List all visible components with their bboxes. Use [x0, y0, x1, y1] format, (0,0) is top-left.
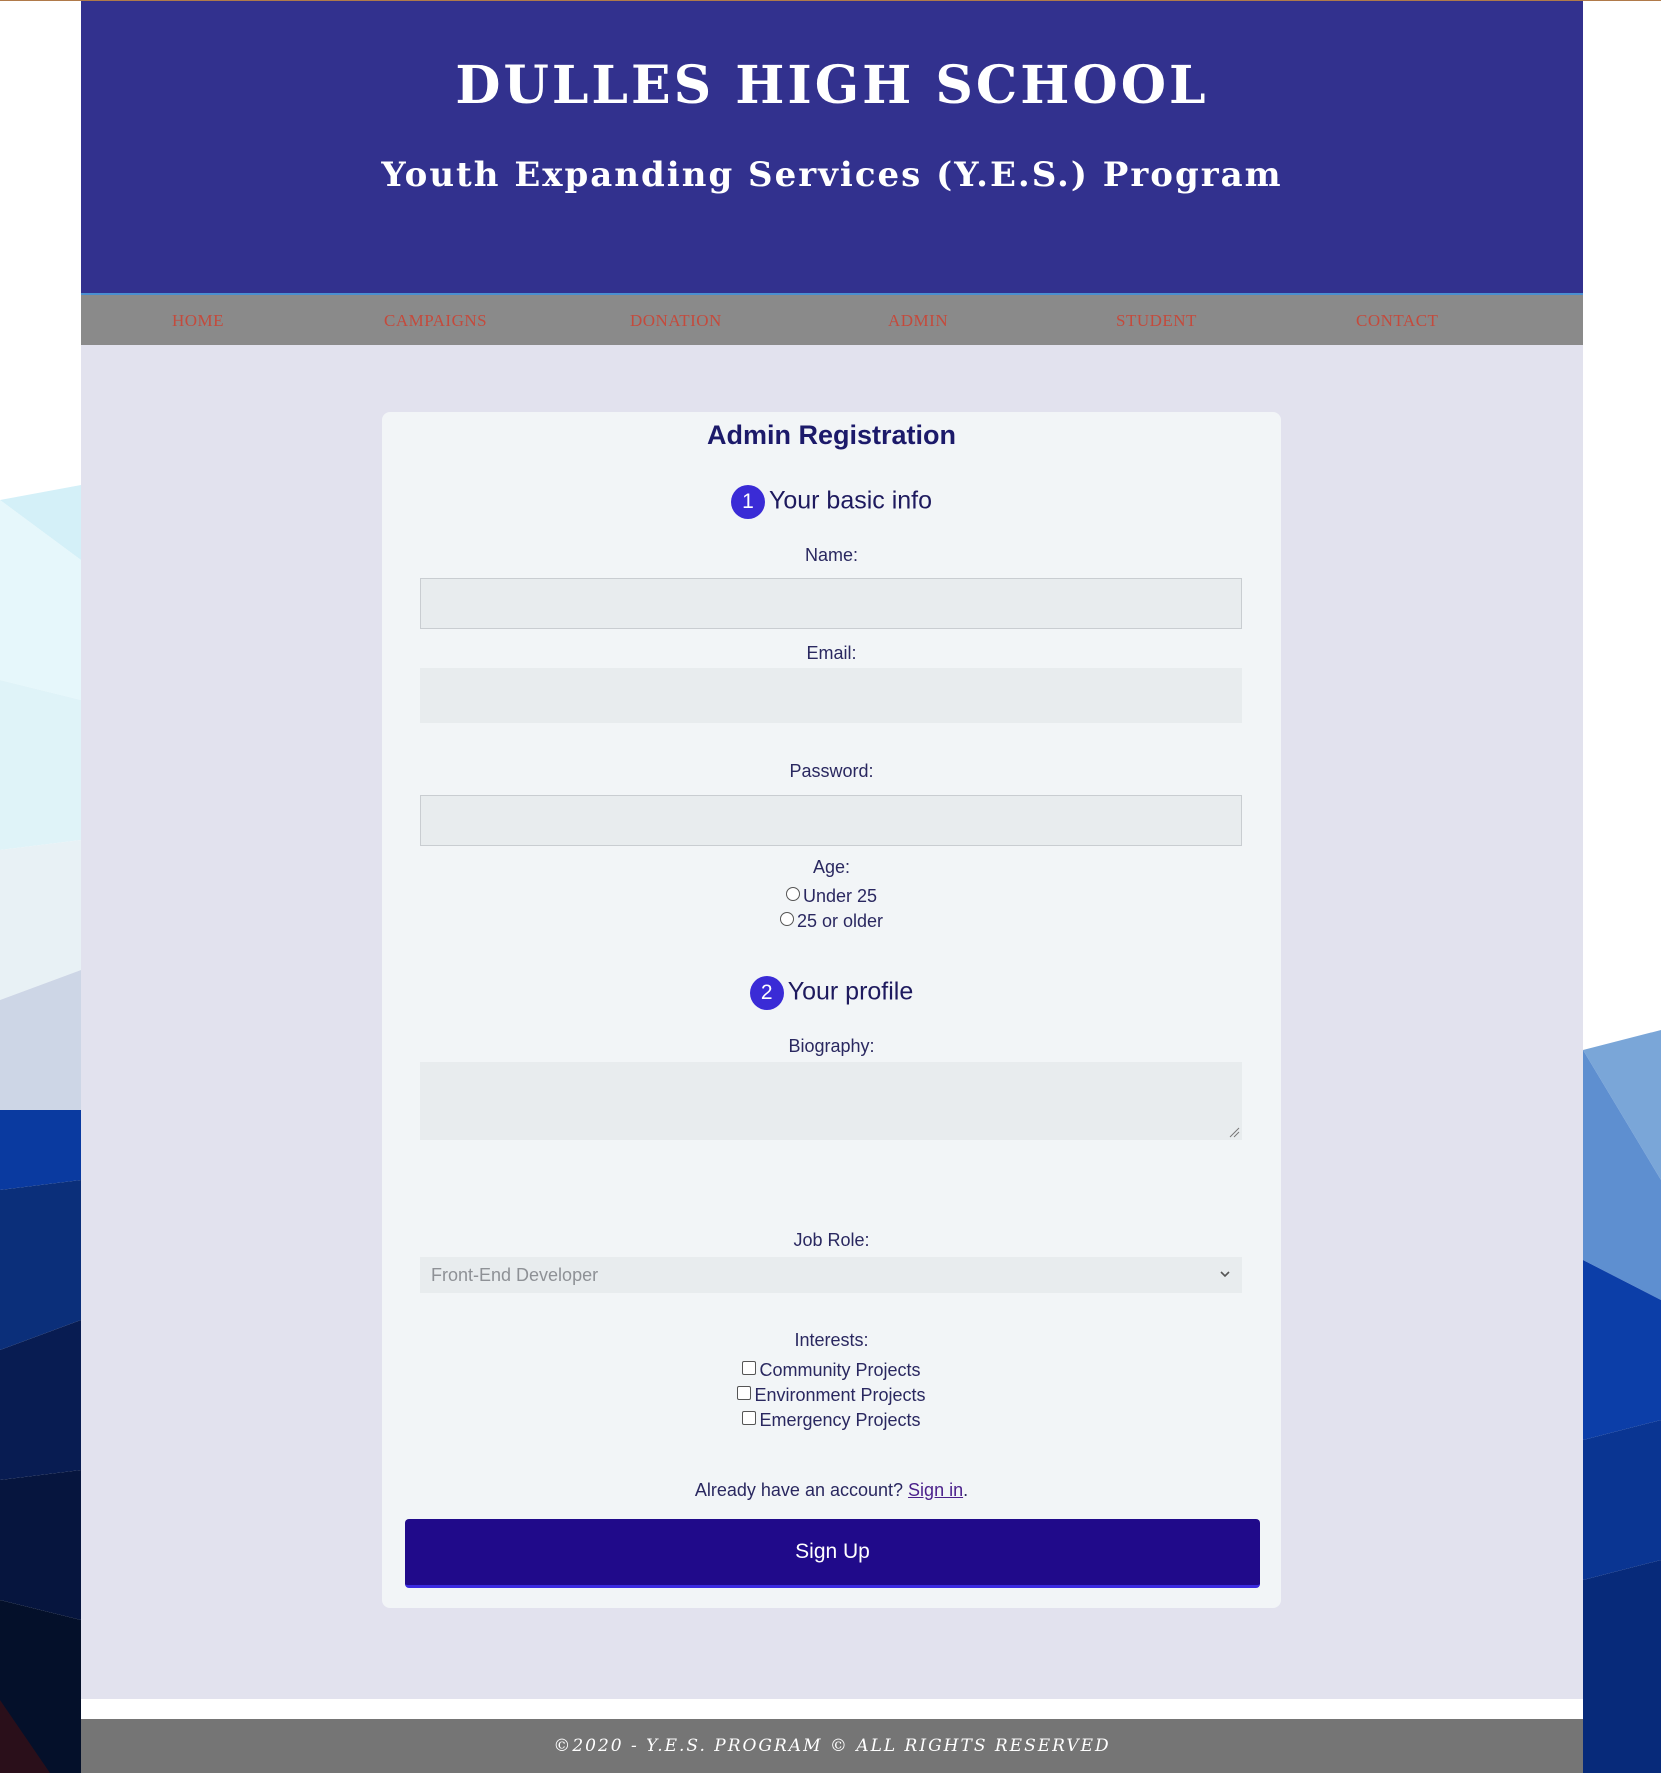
- interest-emergency[interactable]: Emergency Projects: [382, 1410, 1281, 1431]
- email-label: Email:: [806, 643, 857, 663]
- nav-item-student[interactable]: STUDENT: [1116, 311, 1197, 331]
- interest-community[interactable]: Community Projects: [382, 1360, 1281, 1381]
- radio-under-25[interactable]: [785, 887, 800, 901]
- page-container: DULLES HIGH SCHOOL Youth Expanding Servi…: [81, 1, 1583, 1773]
- interests-label: Interests:: [794, 1330, 869, 1350]
- password-label: Password:: [789, 761, 874, 781]
- nav-item-admin[interactable]: ADMIN: [888, 311, 948, 331]
- chevron-down-icon: [1220, 1271, 1230, 1278]
- job-role-label: Job Role:: [793, 1230, 870, 1250]
- age-option-label: 25 or older: [796, 911, 884, 931]
- step-1-badge: 1: [730, 485, 765, 519]
- interest-label: Community Projects: [759, 1360, 921, 1380]
- section-profile-heading: 2 Your profile: [382, 976, 1281, 1010]
- checkbox-emergency[interactable]: [742, 1411, 757, 1425]
- site-footer: ©2020 - Y.E.S. PROGRAM © ALL RIGHTS RESE…: [81, 1719, 1583, 1773]
- section-basic-info-heading: 1 Your basic info: [382, 485, 1281, 519]
- account-prompt-text: Already have an account?: [694, 1480, 904, 1500]
- section-profile-label: Your profile: [787, 977, 914, 1006]
- age-option-under-25[interactable]: Under 25: [382, 886, 1281, 907]
- checkbox-environment[interactable]: [737, 1386, 752, 1400]
- interest-label: Environment Projects: [754, 1385, 926, 1405]
- password-input[interactable]: [420, 795, 1242, 846]
- footer-copyright: ©2020 - Y.E.S. PROGRAM © ALL RIGHTS RESE…: [553, 1736, 1111, 1756]
- nav-item-campaigns[interactable]: CAMPAIGNS: [384, 311, 487, 331]
- checkbox-community[interactable]: [742, 1361, 757, 1375]
- account-prompt: Already have an account? Sign in.: [382, 1480, 1281, 1501]
- section-basic-info-label: Your basic info: [768, 486, 933, 515]
- account-prompt-suffix: .: [963, 1480, 969, 1500]
- nav-item-contact[interactable]: CONTACT: [1356, 311, 1438, 331]
- age-label: Age:: [812, 857, 851, 877]
- name-input[interactable]: [420, 578, 1242, 629]
- age-option-25-or-older[interactable]: 25 or older: [382, 911, 1281, 932]
- site-subtitle: Youth Expanding Services (Y.E.S.) Progra…: [381, 155, 1283, 195]
- interest-label: Emergency Projects: [759, 1410, 921, 1430]
- step-2-badge: 2: [749, 976, 784, 1010]
- age-option-label: Under 25: [802, 886, 878, 906]
- sign-in-link[interactable]: Sign in: [908, 1480, 963, 1500]
- nav-item-home[interactable]: HOME: [172, 311, 224, 331]
- top-border-line: [0, 0, 1661, 1]
- job-role-select[interactable]: Front-End Developer: [420, 1257, 1242, 1293]
- form-title: Admin Registration: [706, 420, 956, 450]
- biography-label: Biography:: [788, 1036, 875, 1056]
- main-nav: HOME CAMPAIGNS DONATION ADMIN STUDENT CO…: [81, 295, 1583, 345]
- resize-grip-icon[interactable]: [1229, 1127, 1240, 1138]
- sign-up-button[interactable]: Sign Up: [405, 1519, 1260, 1588]
- name-label: Name:: [804, 545, 858, 565]
- job-role-selected-value: Front-End Developer: [431, 1265, 599, 1285]
- radio-25-or-older[interactable]: [779, 912, 794, 926]
- registration-card: Admin Registration 1 Your basic info Name…: [382, 412, 1281, 1608]
- nav-item-donation[interactable]: DONATION: [630, 311, 722, 331]
- site-header: DULLES HIGH SCHOOL Youth Expanding Servi…: [81, 1, 1583, 295]
- email-input[interactable]: [420, 668, 1242, 723]
- site-title: DULLES HIGH SCHOOL: [455, 55, 1209, 116]
- interest-environment[interactable]: Environment Projects: [382, 1385, 1281, 1406]
- biography-textarea[interactable]: [420, 1062, 1242, 1140]
- main-content: Admin Registration 1 Your basic info Name…: [81, 345, 1583, 1699]
